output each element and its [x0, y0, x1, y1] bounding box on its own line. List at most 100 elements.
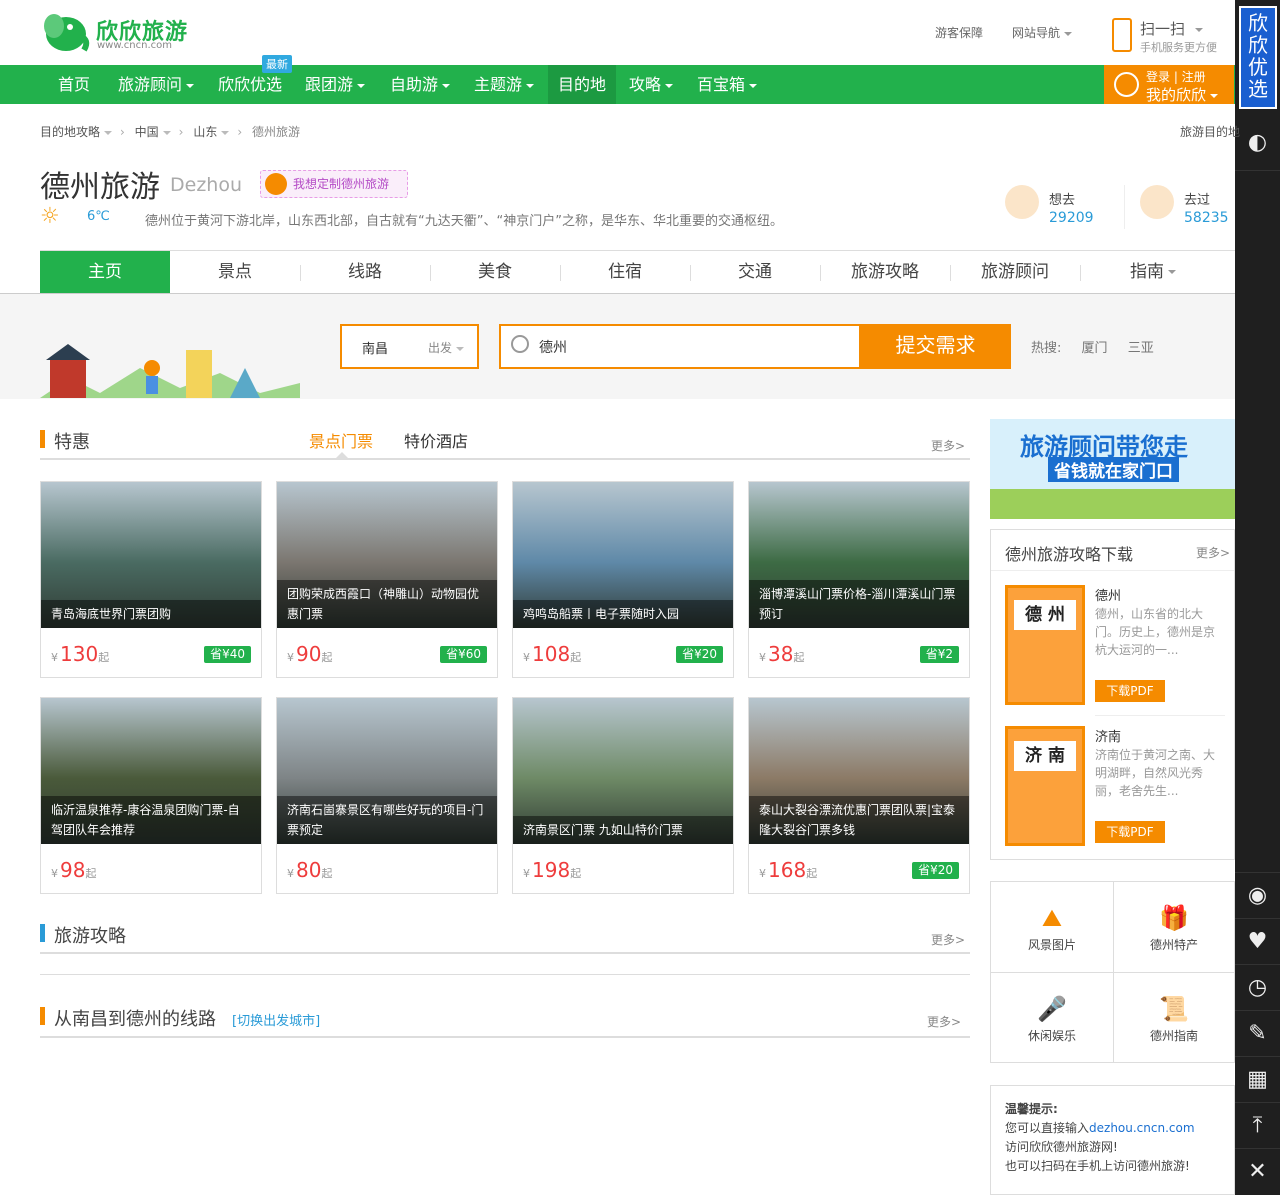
tab-tickets[interactable]: 景点门票 — [309, 428, 373, 452]
tab-home[interactable]: 主页 — [40, 251, 170, 293]
hot-search-link[interactable]: 三亚 — [1128, 341, 1154, 356]
departure-city-select[interactable]: 南昌 出发 — [340, 324, 479, 369]
tab-hotel[interactable]: 住宿 — [560, 251, 690, 293]
tab-hotels[interactable]: 特价酒店 — [404, 428, 468, 452]
nav-group-tour[interactable]: 跟团游 — [295, 65, 375, 104]
deal-image[interactable]: 青岛海底世界门票团购 — [41, 482, 261, 628]
entertainment-link[interactable]: 🎤 休闲娱乐 — [991, 973, 1113, 1064]
deal-image[interactable]: 团购荣成西霞口（神雕山）动物园优惠门票 — [277, 482, 497, 628]
specialty-link[interactable]: 🎁 德州特产 — [1113, 882, 1235, 973]
wechat-icon[interactable]: ◐ — [1235, 120, 1280, 166]
guide-text: 德州，山东省的北大门。历史上，德州是京杭大运河的一... — [1095, 607, 1216, 657]
breadcrumb-item[interactable]: 目的地攻略 — [40, 125, 100, 139]
save-badge: 省¥20 — [676, 646, 723, 663]
deal-image[interactable]: 济南景区门票 九如山特价门票 — [513, 698, 733, 844]
want-to-go[interactable]: 想去 29209 — [1005, 185, 1115, 229]
deal-image[interactable]: 济南石崮寨景区有哪些好玩的项目-门票预定 — [277, 698, 497, 844]
site-logo[interactable]: 欣欣旅游 www.cncn.com — [40, 8, 190, 56]
scenery-photos-link[interactable]: ⛰ 风景图片 — [991, 882, 1113, 973]
site-nav-link[interactable]: 网站导航 — [1012, 24, 1073, 41]
search-input[interactable] — [539, 335, 839, 359]
deal-name[interactable]: 青岛海底世界门票团购 — [41, 600, 261, 628]
destination-list-link[interactable]: 旅游目的地 — [1180, 123, 1240, 140]
nav-theme-tour[interactable]: 主题游 — [464, 65, 544, 104]
promo-selection-button[interactable]: 欣欣优选 — [1239, 6, 1277, 109]
deal-card[interactable]: 济南景区门票 九如山特价门票 ¥198起 — [512, 697, 734, 894]
breadcrumb-item[interactable]: 中国 — [135, 125, 159, 139]
deal-price: ¥38起 — [759, 642, 805, 666]
switch-city-link[interactable]: [切换出发城市] — [232, 1010, 320, 1029]
deal-card[interactable]: 泰山大裂谷漂流优惠门票团队票|宝泰隆大裂谷门票多钱 ¥168起 省¥20 — [748, 697, 970, 894]
section-divider — [40, 974, 970, 975]
close-icon[interactable]: ✕ — [1235, 1148, 1280, 1194]
deal-card[interactable]: 临沂温泉推荐-康谷温泉团购门票-自驾团队年会推荐 ¥98起 — [40, 697, 262, 894]
guide-name: 济南 — [1095, 730, 1122, 745]
nav-toolbox[interactable]: 百宝箱 — [687, 65, 767, 104]
login-register-link[interactable]: 登录 | 注册 — [1146, 68, 1206, 85]
deal-card[interactable]: 青岛海底世界门票团购 ¥130起 省¥40 — [40, 481, 262, 678]
tab-sights[interactable]: 景点 — [170, 251, 300, 293]
breadcrumb-item[interactable]: 山东 — [193, 125, 217, 139]
hot-search-link[interactable]: 厦门 — [1082, 341, 1108, 356]
deal-image[interactable]: 泰山大裂谷漂流优惠门票团队票|宝泰隆大裂谷门票多钱 — [749, 698, 969, 844]
history-clock-icon[interactable]: ◷ — [1235, 964, 1280, 1010]
banner-line2: 省钱就在家门口 — [1048, 457, 1179, 482]
deal-card[interactable]: 团购荣成西霞口（神雕山）动物园优惠门票 ¥90起 省¥60 — [276, 481, 498, 678]
advisor-banner[interactable]: 旅游顾问带您走 省钱就在家门口 — [990, 419, 1235, 519]
tip-domain-link[interactable]: dezhou.cncn.com — [1089, 1121, 1195, 1135]
deal-name[interactable]: 鸡鸣岛船票丨电子票随时入园 — [513, 600, 733, 628]
deal-name[interactable]: 临沂温泉推荐-康谷温泉团购门票-自驾团队年会推荐 — [41, 796, 261, 844]
deal-name[interactable]: 济南石崮寨景区有哪些好玩的项目-门票预定 — [277, 796, 497, 844]
deal-card[interactable]: 济南石崮寨景区有哪些好玩的项目-门票预定 ¥80起 — [276, 697, 498, 894]
scan-qr[interactable]: 扫一扫 手机服务更方便 — [1112, 18, 1232, 58]
deal-name[interactable]: 济南景区门票 九如山特价门票 — [513, 816, 733, 844]
been-there[interactable]: 去过 58235 — [1140, 185, 1235, 229]
edit-pencil-icon[interactable]: ✎ — [1235, 1010, 1280, 1056]
deal-card[interactable]: 鸡鸣岛船票丨电子票随时入园 ¥108起 省¥20 — [512, 481, 734, 678]
page-title: 德州旅游 — [40, 170, 160, 205]
strategy-more-link[interactable]: 更多> — [931, 931, 965, 948]
guide-cover[interactable]: 济 南 — [1005, 726, 1085, 846]
tab-advisor[interactable]: 旅游顾问 — [950, 251, 1080, 293]
download-more-link[interactable]: 更多> — [1196, 544, 1230, 561]
deal-image[interactable]: 淄博潭溪山门票价格-淄川潭溪山门票预订 — [749, 482, 969, 628]
nav-home[interactable]: 首页 — [48, 65, 100, 104]
download-pdf-button[interactable]: 下载PDF — [1095, 821, 1165, 843]
nav-self-tour[interactable]: 自助游 — [380, 65, 460, 104]
visitor-guarantee-link[interactable]: 游客保障 — [935, 24, 983, 41]
deal-name[interactable]: 泰山大裂谷漂流优惠门票团队票|宝泰隆大裂谷门票多钱 — [749, 796, 969, 844]
save-badge: 省¥40 — [204, 646, 251, 663]
nav-strategy[interactable]: 攻略 — [619, 65, 683, 104]
nav-advisor[interactable]: 旅游顾问 — [108, 65, 204, 104]
tab-guide[interactable]: 指南 — [1088, 251, 1218, 293]
been-count: 58235 — [1184, 210, 1229, 226]
want-count: 29209 — [1049, 210, 1094, 226]
tab-strategy[interactable]: 旅游攻略 — [820, 251, 950, 293]
guide-link[interactable]: 📜 德州指南 — [1113, 973, 1235, 1064]
tab-routes[interactable]: 线路 — [300, 251, 430, 293]
submit-request-button[interactable]: 提交需求 — [860, 324, 1011, 369]
deal-card[interactable]: 淄博潭溪山门票价格-淄川潭溪山门票预订 ¥38起 省¥2 — [748, 481, 970, 678]
qr-code-icon[interactable]: ▦ — [1235, 1056, 1280, 1102]
download-pdf-button[interactable]: 下载PDF — [1095, 680, 1165, 702]
routes-more-link[interactable]: 更多> — [927, 1013, 961, 1030]
deals-more-link[interactable]: 更多> — [931, 437, 965, 454]
customize-trip-button[interactable]: 我想定制德州旅游 — [260, 170, 408, 198]
tab-transport[interactable]: 交通 — [690, 251, 820, 293]
user-avatar-icon — [1114, 72, 1139, 97]
strategy-title: 旅游攻略 — [54, 926, 126, 947]
been-label: 去过 — [1184, 193, 1211, 208]
guide-cover[interactable]: 德 州 — [1005, 585, 1085, 705]
tab-food[interactable]: 美食 — [430, 251, 560, 293]
deal-image[interactable]: 鸡鸣岛船票丨电子票随时入园 — [513, 482, 733, 628]
deal-image[interactable]: 临沂温泉推荐-康谷温泉团购门票-自驾团队年会推荐 — [41, 698, 261, 844]
deal-name[interactable]: 团购荣成西霞口（神雕山）动物园优惠门票 — [277, 580, 497, 628]
guide-item: 济 南 济南 济南位于黄河之南、大明湖畔，自然风光秀丽，老舍先生... 下载PD… — [1005, 726, 1215, 846]
heart-icon[interactable]: ♥ — [1235, 918, 1280, 964]
deals-title: 特惠 — [54, 432, 90, 453]
back-to-top-icon[interactable]: ⤒ — [1235, 1102, 1280, 1148]
user-icon[interactable]: ◉ — [1235, 872, 1280, 918]
nav-destination[interactable]: 目的地 — [548, 65, 617, 104]
login-menu[interactable]: 登录 | 注册 我的欣欣 — [1104, 65, 1234, 104]
deal-name[interactable]: 淄博潭溪山门票价格-淄川潭溪山门票预订 — [749, 580, 969, 628]
